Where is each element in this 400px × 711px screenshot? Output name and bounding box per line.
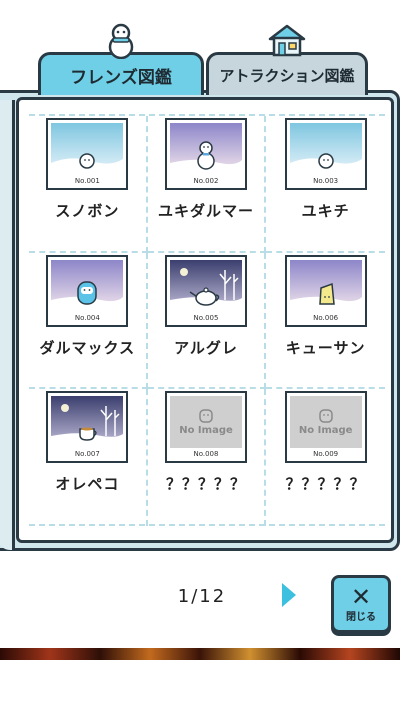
entry-number: No.005	[193, 313, 219, 322]
entry-name: アルグレ	[174, 338, 238, 357]
close-label: 閉じる	[346, 611, 376, 623]
entry-thumbnail	[51, 123, 124, 175]
entry-name: スノボン	[55, 202, 120, 220]
placeholder-face-icon	[318, 409, 333, 423]
cheese-icon	[289, 259, 362, 312]
close-x-icon: ✕	[350, 582, 372, 611]
small-snowball-icon	[51, 123, 124, 175]
entry-number: No.008	[193, 450, 219, 459]
entry-thumbnail	[289, 123, 362, 175]
next-arrow-icon[interactable]	[282, 583, 296, 607]
entry-name: ？？？？？	[165, 475, 246, 494]
no-image-text: No Image	[298, 424, 353, 436]
entry-name: ユキダルマー	[157, 202, 254, 220]
blue-daruma-icon	[51, 259, 124, 312]
entry-cell[interactable]: No.001 スノボン	[29, 116, 148, 253]
entry-cell[interactable]: No.007 オレペコ	[29, 389, 148, 526]
entry-thumbnail	[169, 259, 242, 312]
entry-number: No.007	[74, 450, 100, 459]
no-image-text: No Image	[179, 424, 233, 436]
entry-name: ？？？？？	[285, 475, 366, 494]
entry-thumbnail	[51, 396, 124, 449]
entry-name: オレペコ	[55, 475, 120, 494]
snowman-icon	[169, 123, 242, 175]
tab-attraction-encyclopedia[interactable]: アトラクション図鑑	[206, 24, 368, 95]
entry-card[interactable]: No Image No.009	[284, 391, 367, 464]
entry-card[interactable]: No Image No.008	[164, 391, 247, 464]
entry-number: No.006	[313, 313, 339, 322]
snowman-icon	[104, 23, 138, 64]
entry-cell[interactable]: No.002 ユキダルマー	[147, 116, 267, 253]
divider	[29, 524, 385, 526]
entry-name: ダルマックス	[39, 338, 136, 357]
tab-friends-encyclopedia[interactable]: フレンズ図鑑	[38, 23, 204, 95]
entry-number: No.004	[74, 313, 100, 322]
entry-cell[interactable]: No.003 ユキチ	[266, 116, 385, 253]
entry-number: No.009	[313, 450, 339, 459]
entry-cell[interactable]: No.006 キューサン	[266, 253, 385, 390]
entry-cell[interactable]: No.005 アルグレ	[147, 252, 267, 390]
house-icon	[266, 23, 308, 61]
entry-thumbnail	[289, 259, 362, 312]
entry-card[interactable]: No.007	[46, 391, 129, 464]
teapot-icon	[169, 259, 242, 312]
entry-name: キューサン	[285, 338, 366, 357]
entry-card[interactable]: No.002	[164, 118, 247, 190]
entry-card[interactable]: No.005	[164, 254, 247, 327]
entry-cell[interactable]: No Image No.008 ？？？？？	[148, 389, 267, 526]
close-button[interactable]: ✕ 閉じる	[331, 575, 391, 633]
entry-name: ユキチ	[301, 202, 350, 220]
entry-grid: No.001 スノボン No.002 ユキダルマー No.003 ユキチ No.004 ダルマ…	[29, 116, 385, 526]
entry-number: No.001	[74, 177, 100, 185]
entry-card[interactable]: No.003	[284, 118, 367, 190]
small-snowball-icon	[289, 123, 362, 175]
no-image-placeholder: No Image	[289, 396, 362, 449]
ad-banner[interactable]	[0, 648, 400, 660]
entry-card[interactable]: No.001	[46, 118, 129, 190]
placeholder-face-icon	[199, 409, 213, 423]
tab-label: アトラクション図鑑	[219, 66, 355, 85]
tab-label: フレンズ図鑑	[70, 67, 172, 88]
entry-thumbnail	[51, 259, 124, 312]
entry-cell[interactable]: No.004 ダルマックス	[29, 252, 148, 390]
entry-card[interactable]: No.004	[46, 254, 129, 327]
entry-number: No.003	[313, 177, 339, 185]
teacup-icon	[51, 396, 124, 449]
entry-thumbnail	[169, 123, 242, 175]
entry-card[interactable]: No.006	[284, 254, 367, 327]
entry-number: No.002	[193, 177, 219, 185]
book-spine	[0, 100, 15, 550]
no-image-placeholder: No Image	[169, 396, 242, 449]
page-indicator: 1/12	[177, 586, 227, 607]
entry-cell[interactable]: No Image No.009 ？？？？？	[266, 389, 385, 526]
encyclopedia-page: No.001 スノボン No.002 ユキダルマー No.003 ユキチ No.004 ダルマ…	[16, 97, 394, 543]
